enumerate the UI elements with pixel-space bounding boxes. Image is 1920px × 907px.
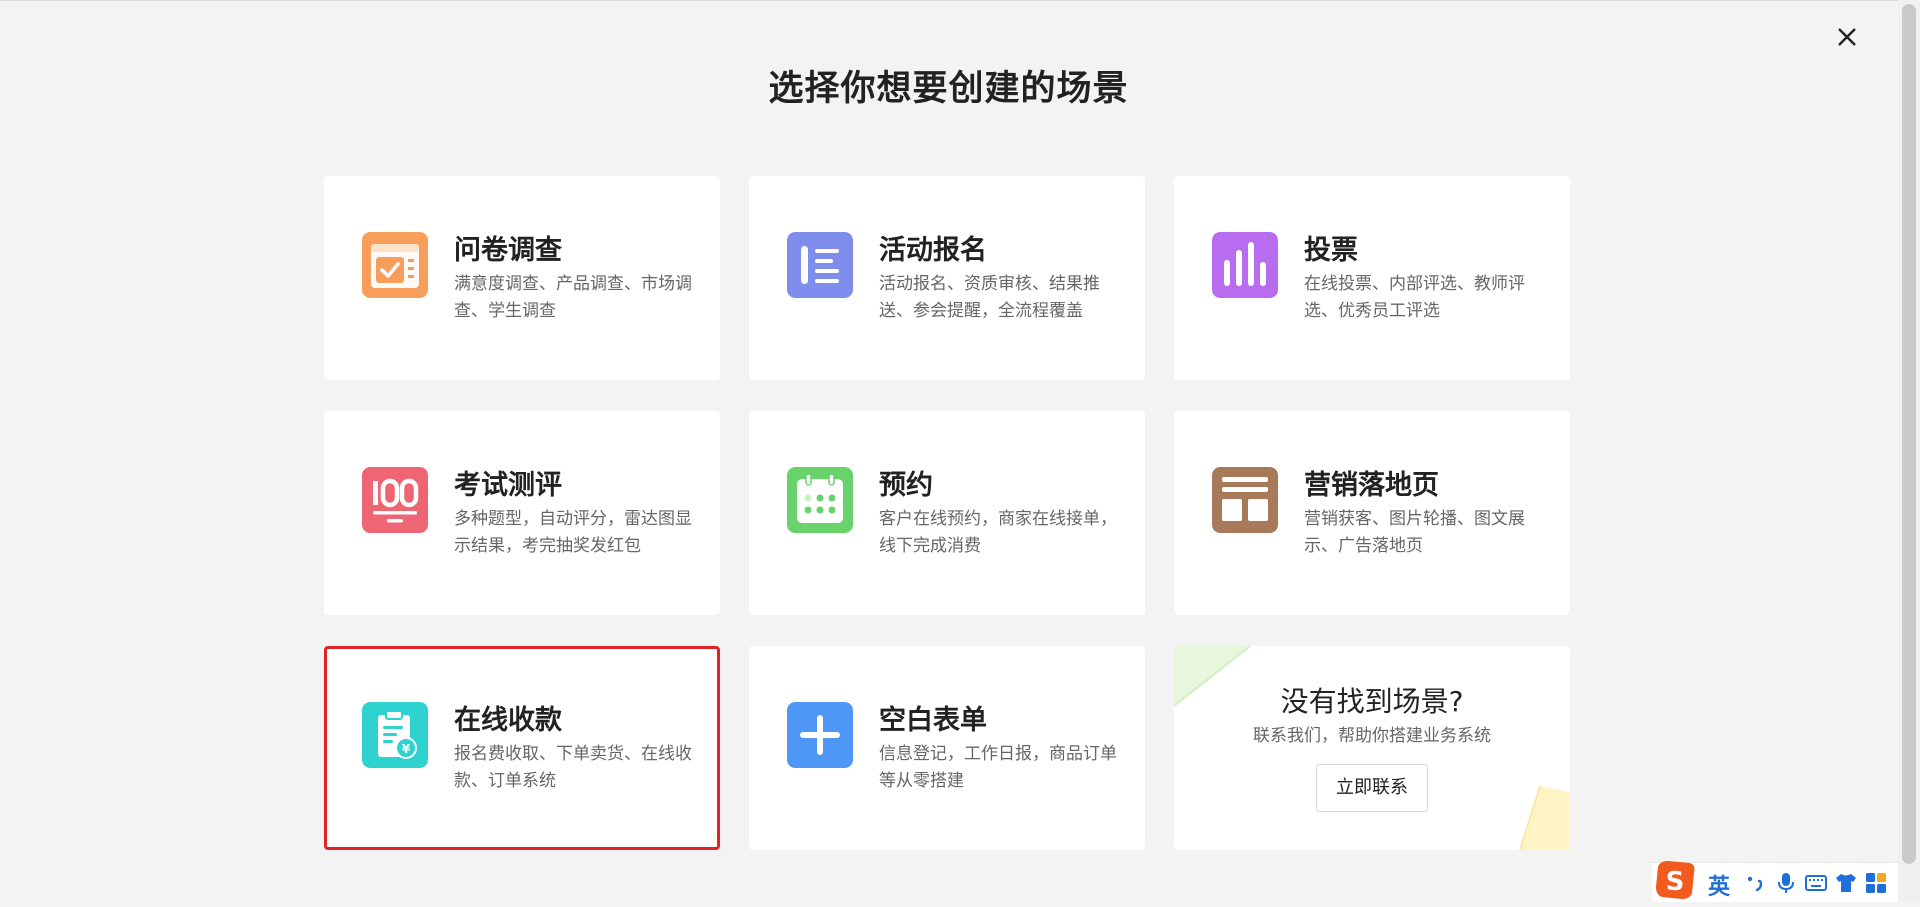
payment-icon: ¥ xyxy=(362,702,428,768)
skin-icon[interactable] xyxy=(1834,871,1858,895)
scrollbar-thumb[interactable] xyxy=(1902,4,1916,864)
scene-desc: 多种题型，自动评分，雷达图显示结果，考完抽奖发红包 xyxy=(454,509,692,556)
scene-card-exam[interactable]: 考试测评 多种题型，自动评分，雷达图显示结果，考完抽奖发红包 xyxy=(324,411,720,615)
scene-desc: 客户在线预约，商家在线接单，线下完成消费 xyxy=(879,509,1117,556)
ime-mode-label[interactable]: 英 xyxy=(1708,869,1730,901)
scene-desc: 活动报名、资质审核、结果推送、参会提醒，全流程覆盖 xyxy=(879,274,1100,321)
scene-card-blank-form[interactable]: 空白表单 信息登记，工作日报，商品订单等从零搭建 xyxy=(749,646,1145,850)
dialog-title: 选择你想要创建的场景 xyxy=(768,69,1129,109)
calendar-icon xyxy=(787,467,853,533)
keyboard-icon[interactable] xyxy=(1804,871,1828,895)
scene-name: 投票 xyxy=(1304,235,1358,266)
sogou-logo-icon[interactable]: S xyxy=(1652,857,1698,903)
scene-name: 问卷调查 xyxy=(454,235,562,266)
ime-toolbar: S 英 xyxy=(1652,861,1898,902)
scene-name: 在线收款 xyxy=(454,705,562,736)
scene-grid: 问卷调查 满意度调查、产品调查、市场调查、学生调查 活动报名 活动报名、资质审核… xyxy=(324,176,1572,852)
toolbox-icon[interactable] xyxy=(1864,871,1888,895)
exam-score-icon xyxy=(362,467,428,533)
scene-name: 营销落地页 xyxy=(1304,470,1439,501)
scene-desc: 在线投票、内部评选、教师评选、优秀员工评选 xyxy=(1304,274,1525,321)
contact-now-button[interactable]: 立即联系 xyxy=(1316,764,1428,812)
microphone-icon[interactable] xyxy=(1774,871,1798,895)
close-icon[interactable] xyxy=(1834,24,1860,50)
scene-desc: 满意度调查、产品调查、市场调查、学生调查 xyxy=(454,274,692,321)
plus-icon xyxy=(787,702,853,768)
scene-card-payment[interactable]: ¥ 在线收款 报名费收取、下单卖货、在线收款、订单系统 xyxy=(324,646,720,850)
scene-card-landing[interactable]: 营销落地页 营销获客、图片轮播、图文展示、广告落地页 xyxy=(1174,411,1570,615)
scene-card-vote[interactable]: 投票 在线投票、内部评选、教师评选、优秀员工评选 xyxy=(1174,176,1570,380)
contact-card: 没有找到场景? 联系我们，帮助你搭建业务系统 立即联系 xyxy=(1174,646,1570,850)
svg-text:S: S xyxy=(1666,867,1685,897)
scene-card-registration[interactable]: 活动报名 活动报名、资质审核、结果推送、参会提醒，全流程覆盖 xyxy=(749,176,1145,380)
scene-name: 考试测评 xyxy=(454,470,562,501)
landing-page-icon xyxy=(1212,467,1278,533)
scene-name: 活动报名 xyxy=(879,235,987,266)
scene-card-appointment[interactable]: 预约 客户在线预约，商家在线接单，线下完成消费 xyxy=(749,411,1145,615)
scene-name: 预约 xyxy=(879,470,933,501)
scrollbar[interactable] xyxy=(1898,0,1920,902)
svg-text:¥: ¥ xyxy=(402,742,411,756)
contact-title: 没有找到场景? xyxy=(1280,685,1464,718)
vote-chart-icon xyxy=(1212,232,1278,298)
scene-desc: 营销获客、图片轮播、图文展示、广告落地页 xyxy=(1304,509,1525,556)
scene-desc: 信息登记，工作日报，商品订单等从零搭建 xyxy=(879,744,1117,791)
scene-name: 空白表单 xyxy=(879,705,987,736)
contact-subtitle: 联系我们，帮助你搭建业务系统 xyxy=(1253,726,1491,746)
top-border xyxy=(0,0,1920,1)
registration-icon xyxy=(787,232,853,298)
punctuation-icon[interactable] xyxy=(1744,871,1768,895)
scene-desc: 报名费收取、下单卖货、在线收款、订单系统 xyxy=(454,744,692,791)
scene-card-survey[interactable]: 问卷调查 满意度调查、产品调查、市场调查、学生调查 xyxy=(324,176,720,380)
decorative-shapes xyxy=(1174,646,1570,850)
survey-icon xyxy=(362,232,428,298)
